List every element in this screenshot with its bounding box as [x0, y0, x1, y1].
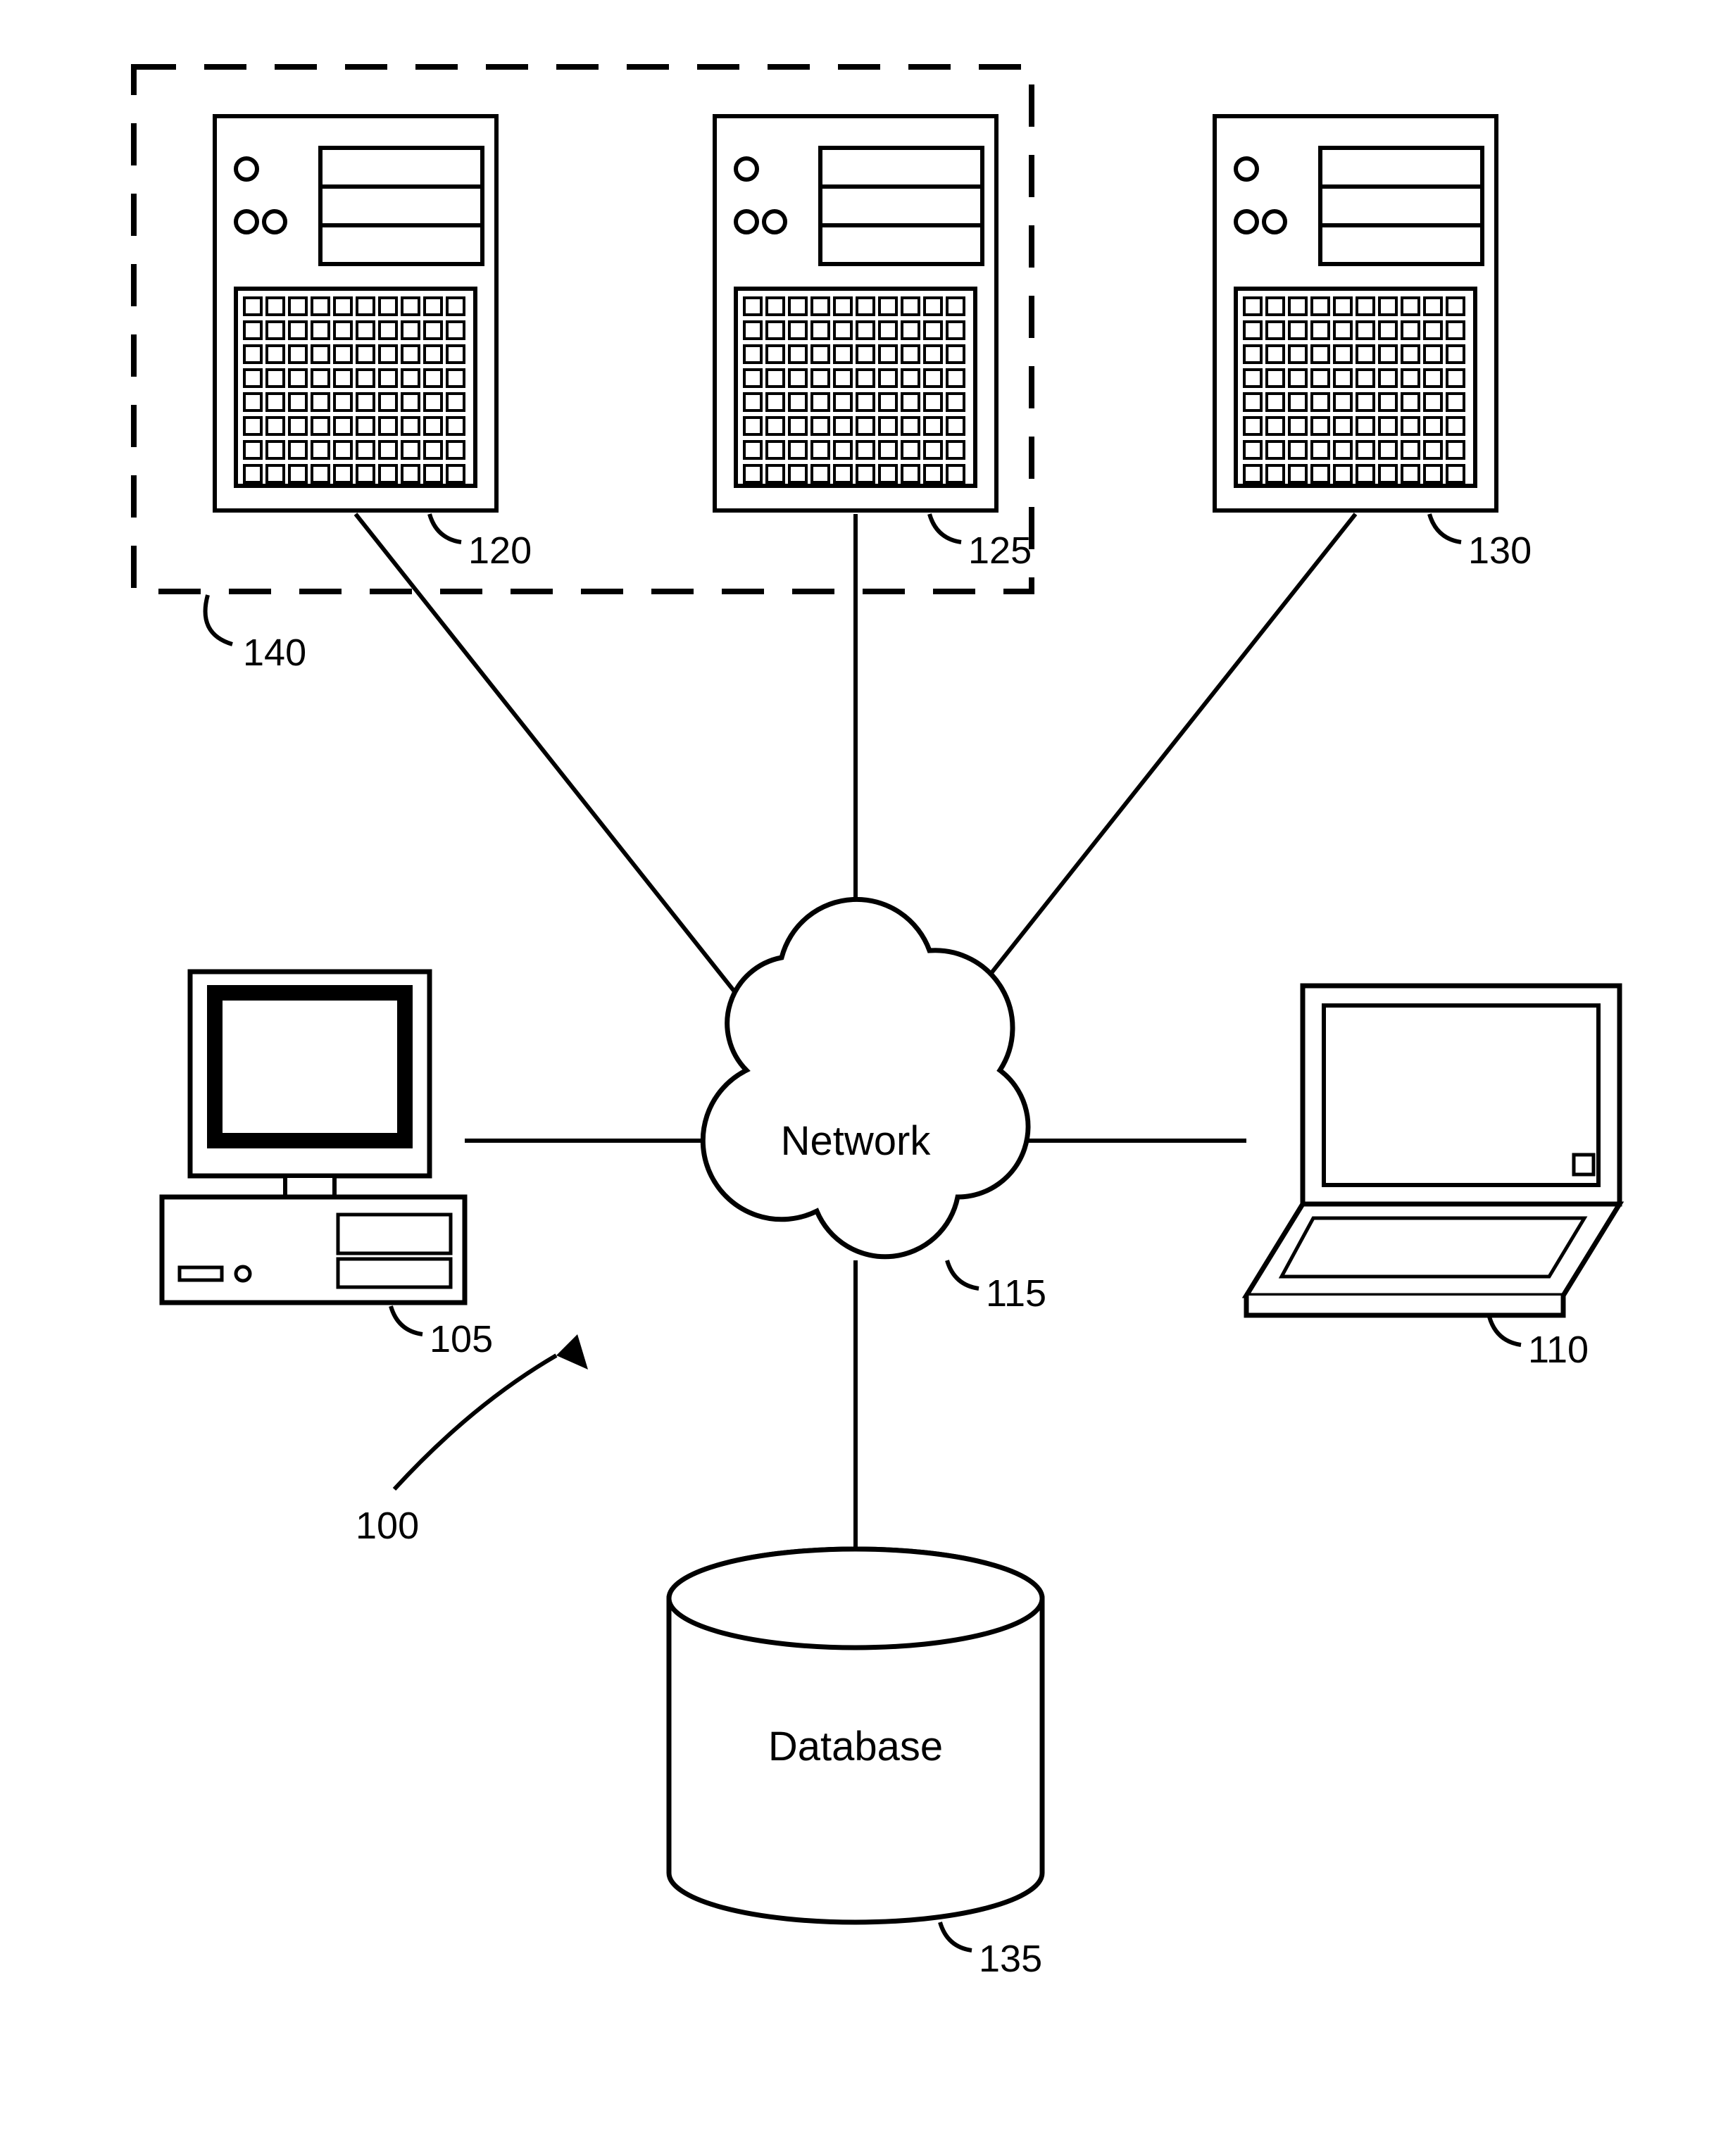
laptop-icon: [1246, 986, 1620, 1315]
desktop-icon: [162, 972, 465, 1303]
network-diagram: Network Database: [0, 0, 1709, 2156]
ref-115: 115: [986, 1272, 1046, 1315]
network-label: Network: [781, 1118, 932, 1164]
ref-135: 135: [979, 1938, 1042, 1980]
ref-125: 125: [968, 529, 1032, 572]
ref-140: 140: [243, 632, 306, 674]
database-icon: Database: [669, 1549, 1042, 1922]
ref-105: 105: [430, 1318, 493, 1360]
ref-130: 130: [1468, 529, 1532, 572]
ref-100: 100: [356, 1505, 419, 1547]
server-icon: [215, 116, 496, 510]
database-label: Database: [768, 1724, 943, 1769]
arrowhead-icon: [556, 1334, 588, 1370]
server-icon: [1215, 116, 1496, 510]
cloud-icon: Network: [703, 899, 1028, 1256]
server-icon: [715, 116, 996, 510]
ref-110: 110: [1528, 1329, 1589, 1371]
ref-120: 120: [468, 529, 532, 572]
